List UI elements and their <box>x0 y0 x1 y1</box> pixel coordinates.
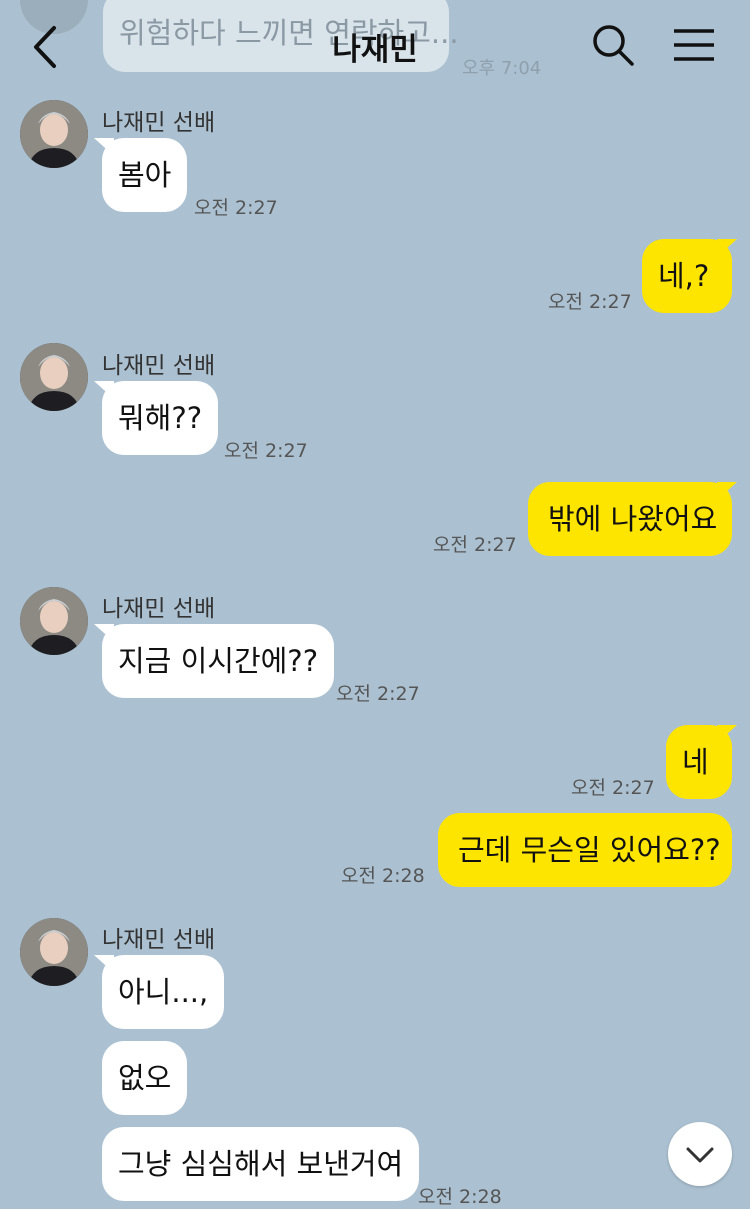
incoming-message[interactable]: 그냥 심심해서 보낸거여 <box>102 1127 420 1201</box>
sender-name: 나재민 선배 <box>102 596 216 622</box>
message-time: 오전 2:28 <box>418 1186 502 1208</box>
avatar[interactable] <box>20 918 88 986</box>
sender-name: 나재민 선배 <box>102 110 216 136</box>
outgoing-message[interactable]: 근데 무슨일 있어요?? <box>438 813 732 887</box>
outgoing-message[interactable]: 네 <box>666 725 732 799</box>
message-time: 오전 2:28 <box>341 865 425 887</box>
message-time: 오전 2:27 <box>433 534 517 556</box>
message-time: 오전 2:27 <box>571 777 655 799</box>
avatar[interactable] <box>20 587 88 655</box>
incoming-message[interactable]: 뭐해?? <box>102 381 219 455</box>
search-button[interactable] <box>590 22 636 68</box>
menu-button[interactable] <box>672 26 716 66</box>
chevron-down-icon <box>686 1147 714 1163</box>
scroll-to-bottom-button[interactable] <box>668 1122 732 1186</box>
message-time: 오전 2:27 <box>548 291 632 313</box>
avatar[interactable] <box>20 343 88 411</box>
message-time: 오전 2:27 <box>336 683 420 705</box>
avatar[interactable] <box>20 100 88 168</box>
profile-photo <box>20 343 88 411</box>
chat-title: 나재민 <box>332 32 418 68</box>
profile-photo <box>20 587 88 655</box>
outgoing-message[interactable]: 네,? <box>642 239 732 313</box>
hamburger-menu-icon <box>674 29 714 61</box>
incoming-message[interactable]: 없오 <box>102 1041 188 1115</box>
message-time: 오전 2:27 <box>224 440 308 462</box>
search-icon <box>593 25 634 66</box>
outgoing-message[interactable]: 밖에 나왔어요 <box>528 482 732 556</box>
sender-name: 나재민 선배 <box>102 927 216 953</box>
chat-header: 나재민 <box>0 0 750 92</box>
profile-photo <box>20 918 88 986</box>
message-time: 오전 2:27 <box>194 197 278 219</box>
incoming-message[interactable]: 봄아 <box>102 138 188 212</box>
sender-name: 나재민 선배 <box>102 353 216 379</box>
incoming-message[interactable]: 아니..., <box>102 955 225 1029</box>
incoming-message[interactable]: 지금 이시간에?? <box>102 624 335 698</box>
profile-photo <box>20 100 88 168</box>
